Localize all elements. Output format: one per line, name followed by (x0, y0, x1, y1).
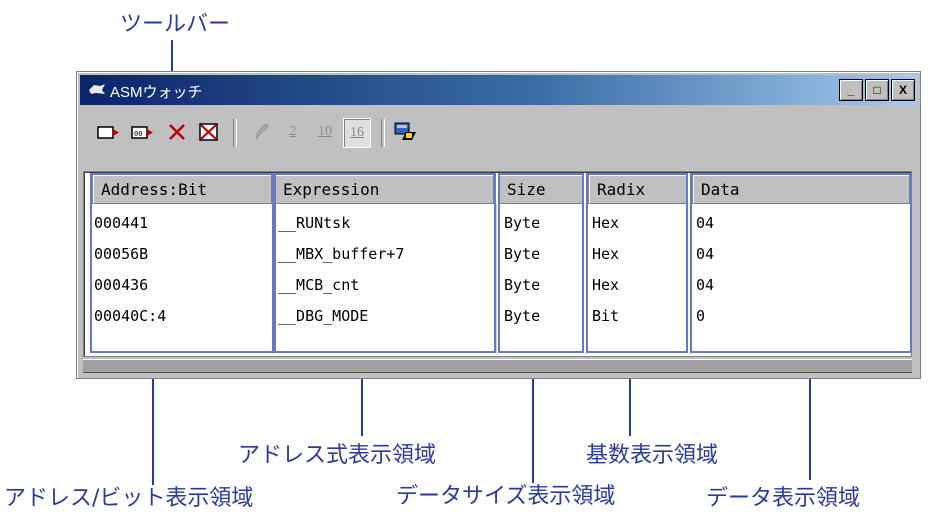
minimize-button[interactable]: _ (839, 79, 863, 101)
window-title: ASMウォッチ (110, 84, 203, 101)
refresh-icon[interactable] (393, 121, 417, 143)
add-watch-icon[interactable] (97, 121, 121, 143)
radix-2-button[interactable]: 2 (281, 121, 305, 143)
asm-watch-window: ASMウォッチ _ □ X 00 2 10 16 Address:Bit Exp… (76, 71, 921, 379)
delete-all-icon[interactable] (197, 121, 221, 143)
data-area-annotation: データ表示領域 (706, 486, 861, 511)
title-bar[interactable]: ASMウォッチ _ □ X (80, 75, 917, 105)
radix-16-button[interactable]: 16 (343, 118, 371, 148)
address-area-frame (90, 173, 274, 353)
toolbar-separator (233, 119, 237, 147)
expression-area-frame (274, 173, 496, 353)
radix-area-annotation: 基数表示領域 (586, 443, 719, 468)
radix-10-button[interactable]: 10 (313, 121, 337, 143)
radix-area-frame (586, 173, 688, 353)
close-button[interactable]: X (891, 79, 915, 101)
delete-icon[interactable] (165, 121, 189, 143)
toolbar: 00 2 10 16 (85, 111, 912, 155)
app-icon (88, 82, 106, 100)
maximize-button[interactable]: □ (865, 79, 889, 101)
address-area-annotation: アドレス/ビット表示領域 (4, 486, 254, 511)
size-area-frame (498, 173, 584, 353)
edit-pencil-icon[interactable] (249, 121, 273, 143)
horizontal-scrollbar[interactable] (83, 359, 912, 373)
expression-area-annotation: アドレス式表示領域 (238, 443, 437, 468)
watch-table: Address:Bit Expression Size Radix Data 0… (83, 171, 912, 357)
toolbar-separator-2 (381, 119, 385, 147)
toolbar-annotation: ツールバー (120, 12, 231, 37)
add-watch-scope-icon[interactable]: 00 (131, 121, 155, 143)
svg-text:00: 00 (134, 130, 142, 138)
data-area-frame (690, 173, 912, 353)
size-area-annotation: データサイズ表示領域 (396, 484, 616, 509)
